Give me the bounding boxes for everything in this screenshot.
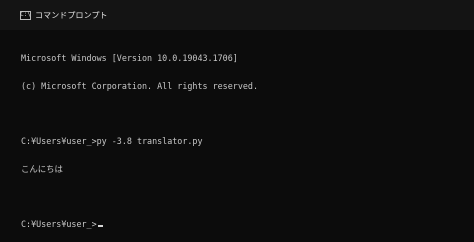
prompt-line[interactable]: C:¥Users¥user_> — [21, 218, 474, 229]
window-title: コマンドプロンプト — [35, 10, 108, 20]
text-cursor — [97, 224, 103, 227]
command-prompt-icon-glyph: C:\ — [20, 11, 31, 18]
console-output[interactable]: Microsoft Windows [Version 10.0.19043.17… — [21, 36, 474, 242]
console-line: Microsoft Windows [Version 10.0.19043.17… — [21, 53, 238, 64]
title-bar[interactable]: C:\ コマンドプロンプト — [0, 0, 474, 30]
console-line: C:¥Users¥user_>py -3.8 translator.py — [21, 136, 203, 147]
console-line: (c) Microsoft Corporation. All rights re… — [21, 81, 258, 91]
command-prompt-icon: C:\ — [20, 10, 31, 20]
console-line: こんにちは — [21, 163, 63, 174]
command-prompt-window: C:\ コマンドプロンプト Microsoft Windows [Version… — [0, 0, 474, 242]
prompt-text: C:¥Users¥user_> — [21, 218, 97, 229]
